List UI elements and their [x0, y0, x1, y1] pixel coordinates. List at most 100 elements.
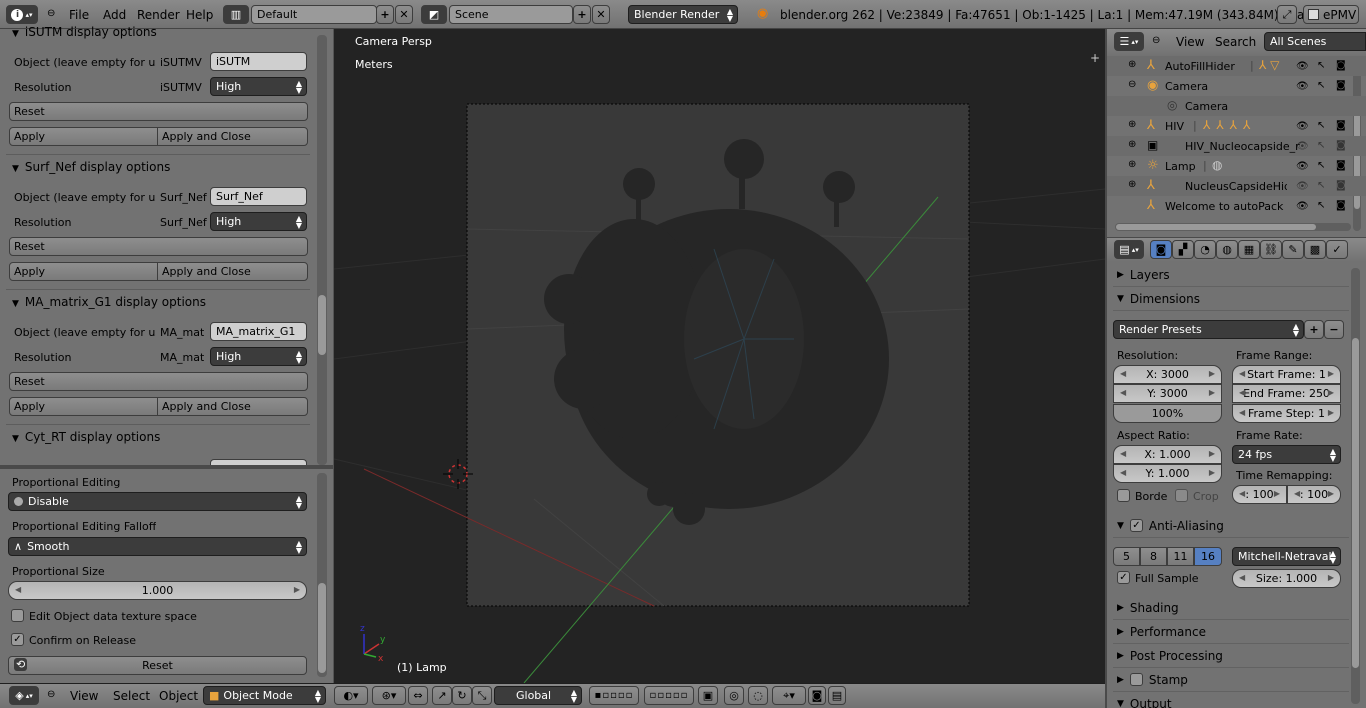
outliner-hscrollbar[interactable] [1115, 223, 1351, 231]
pivot-point-button[interactable]: ⊛▾ [372, 686, 406, 705]
falloff-dropdown[interactable]: ∧ Smooth ▲ ▼ [8, 537, 307, 556]
frame-step-field[interactable]: ◀ Frame Step: 1 ▶ [1232, 404, 1341, 423]
res-percent-field[interactable]: 100% [1113, 404, 1222, 423]
full-sample-checkbox[interactable]: ✓ [1117, 571, 1130, 584]
edit-texture-checkbox[interactable] [11, 609, 24, 622]
camera-render-icon[interactable]: ◙ [1336, 60, 1346, 71]
isutm-object-input[interactable]: iSUTM [210, 52, 307, 71]
prop-editing-dropdown[interactable]: Disable ▲ ▼ [8, 492, 307, 511]
aa-sample-8[interactable]: 8 [1140, 547, 1167, 566]
editor-type-button[interactable]: i ▴▾ [6, 5, 38, 24]
object-tab-icon[interactable]: ▦ [1238, 240, 1260, 259]
output-panel-header[interactable]: ▼ Output [1113, 692, 1349, 708]
aspect-x-field[interactable]: ◀ X: 1.000 ▶ [1113, 445, 1222, 464]
add-screen-button[interactable]: + [376, 5, 394, 24]
ma-matrix-apply-close-button[interactable]: Apply and Close [157, 397, 308, 416]
camera-render-icon[interactable]: ◙ [1336, 160, 1346, 171]
render-tab-icon[interactable]: ◙ [1150, 240, 1172, 259]
translate-manipulator[interactable]: ↗ [432, 686, 452, 705]
editor-type-button[interactable]: ◈ ▴▾ [9, 686, 39, 705]
scrollbar-thumb[interactable] [318, 295, 326, 355]
frame-rate-dropdown[interactable]: 24 fps ▲ ▼ [1232, 445, 1341, 464]
region-divider[interactable] [0, 465, 333, 469]
editor-type-button[interactable]: ☰ ▴▾ [1114, 32, 1144, 51]
outliner-item[interactable]: ⊕ ▣ HIV_Nucleocapside_r 👁 ↖ ◙ [1107, 136, 1366, 156]
stamp-panel-header[interactable]: ▶ Stamp [1113, 668, 1349, 692]
remove-preset-button[interactable]: − [1324, 320, 1344, 339]
outliner-item[interactable]: ⊕ ⅄ NucleusCapsideHider 👁 ↖ ◙ [1107, 176, 1366, 196]
collapse-menus-icon[interactable]: ⊖ [47, 689, 55, 700]
snap-button[interactable]: ⌖▾ [772, 686, 806, 705]
isutm-reset-button[interactable]: Reset [9, 102, 308, 121]
surf-nef-object-input[interactable]: Surf_Nef [210, 187, 307, 206]
outliner-item[interactable]: ⊖ ◉ Camera 👁 ↖ ◙ [1107, 76, 1366, 96]
confirm-release-checkbox[interactable]: ✓ [11, 633, 24, 646]
menu-search[interactable]: Search [1215, 35, 1256, 49]
menu-file[interactable]: File [69, 8, 89, 22]
delete-scene-button[interactable]: ✕ [592, 5, 610, 24]
remap-old-field[interactable]: ◀: 100 ▶ [1232, 485, 1287, 504]
eye-icon[interactable]: 👁 [1296, 61, 1309, 72]
isutm-resolution-dropdown[interactable]: High ▲ ▼ [210, 77, 307, 96]
performance-panel-header[interactable]: ▶ Performance [1113, 620, 1349, 644]
outliner-item[interactable]: ⅄ Welcome to autoPack 👁 ↖ ◙ [1107, 196, 1366, 216]
plus-icon[interactable]: + [1090, 51, 1100, 65]
menu-help[interactable]: Help [186, 8, 213, 22]
aa-filter-dropdown[interactable]: Mitchell-Netraval ▲ ▼ [1232, 547, 1341, 566]
camera-render-icon[interactable]: ◙ [1336, 180, 1346, 191]
camera-render-icon[interactable]: ◙ [1336, 80, 1346, 91]
outliner-item[interactable]: ⊕ ⅄ HIV | ⅄⅄⅄⅄ 👁 ↖ ◙ [1107, 116, 1366, 136]
world-tab-icon[interactable]: ◍ [1216, 240, 1238, 259]
scale-manipulator[interactable]: ⤡ [472, 686, 492, 705]
collapse-menus-icon[interactable]: ⊖ [47, 8, 55, 19]
scrollbar-thumb[interactable] [1352, 338, 1359, 668]
delete-screen-button[interactable]: ✕ [395, 5, 413, 24]
menu-view[interactable]: View [70, 689, 98, 703]
expand-icon[interactable]: ⊕ [1128, 119, 1136, 130]
outliner-item[interactable]: ⊕ ☼ Lamp | ◍ 👁 ↖ ◙ [1107, 156, 1366, 176]
outliner-item[interactable]: ◎ Camera [1107, 96, 1366, 116]
screen-layout-icon[interactable]: ▥ [223, 5, 249, 24]
cursor-icon[interactable]: ↖ [1317, 140, 1325, 151]
layers-block-2[interactable]: ▫▫▫▫▫ [644, 686, 694, 705]
render-anim-icon[interactable]: ▤ [828, 686, 846, 705]
isutm-apply-close-button[interactable]: Apply and Close [157, 127, 308, 146]
aa-sample-16[interactable]: 16 [1194, 547, 1222, 566]
proportional-edit-icon[interactable]: ◎ [724, 686, 744, 705]
menu-render[interactable]: Render [137, 8, 180, 22]
physics-tab-icon[interactable]: ✓ [1326, 240, 1348, 259]
eye-icon[interactable]: 👁 [1296, 81, 1309, 92]
aspect-y-field[interactable]: ◀ Y: 1.000 ▶ [1113, 464, 1222, 483]
section-ma-matrix-header[interactable]: ▼ MA_matrix_G1 display options [12, 295, 206, 309]
camera-render-icon[interactable]: ◙ [1336, 140, 1346, 151]
surf-nef-apply-button[interactable]: Apply [9, 262, 158, 281]
eye-icon[interactable]: 👁 [1296, 141, 1309, 152]
falloff-icon[interactable]: ◌ [748, 686, 768, 705]
cursor-icon[interactable]: ↖ [1317, 180, 1325, 191]
screen-layout-field[interactable]: Default [251, 5, 377, 24]
ma-matrix-object-input[interactable]: MA_matrix_G1 [210, 322, 307, 341]
render-icon[interactable]: ◙ [808, 686, 826, 705]
layers-block-1[interactable]: ▪▫▫▫▫ [589, 686, 639, 705]
add-scene-button[interactable]: + [573, 5, 591, 24]
aa-sample-11[interactable]: 11 [1167, 547, 1194, 566]
expand-icon[interactable]: ⊕ [1128, 179, 1136, 190]
crop-checkbox[interactable] [1175, 489, 1188, 502]
add-preset-button[interactable]: + [1304, 320, 1324, 339]
surf-nef-resolution-dropdown[interactable]: High ▲ ▼ [210, 212, 307, 231]
border-checkbox[interactable] [1117, 489, 1130, 502]
section-surf-nef-header[interactable]: ▼ Surf_Nef display options [12, 160, 170, 174]
scrollbar-thumb[interactable] [318, 583, 326, 673]
epmv-button[interactable]: ePMV [1303, 5, 1359, 24]
menu-object[interactable]: Object [159, 689, 198, 703]
tool-reset-button[interactable]: ⟲ Reset [8, 656, 307, 675]
dimensions-panel-header[interactable]: ▼ Dimensions [1113, 287, 1349, 311]
fullscreen-button[interactable]: ⤢ [1277, 5, 1297, 24]
outliner-item[interactable]: ⊕ ⅄ AutoFillHider | ⅄ ▽ 👁 ↖ ◙ [1107, 56, 1366, 76]
cursor-icon[interactable]: ↖ [1317, 80, 1325, 91]
expand-icon[interactable]: ⊕ [1128, 139, 1136, 150]
collapse-menus-icon[interactable]: ⊖ [1152, 35, 1160, 46]
expand-icon[interactable]: ⊕ [1128, 59, 1136, 70]
render-presets-dropdown[interactable]: Render Presets ▲ ▼ [1113, 320, 1304, 339]
stamp-checkbox[interactable] [1129, 673, 1143, 686]
